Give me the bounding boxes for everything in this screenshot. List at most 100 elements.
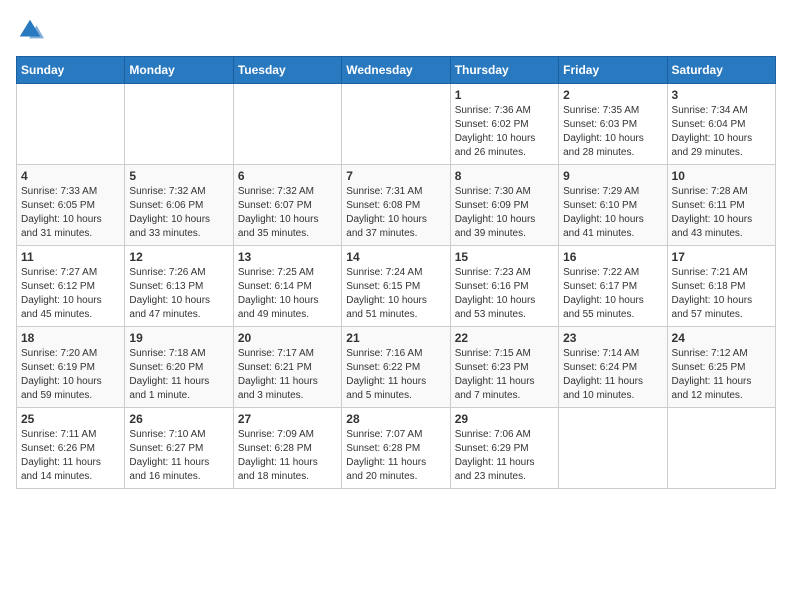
header-cell-wednesday: Wednesday	[342, 57, 450, 84]
day-number: 5	[129, 169, 228, 183]
day-info: Sunrise: 7:07 AM Sunset: 6:28 PM Dayligh…	[346, 428, 445, 484]
calendar-cell: 15 Sunrise: 7:23 AM Sunset: 6:16 PM Dayli…	[450, 246, 558, 327]
logo	[16, 16, 48, 44]
calendar-cell	[233, 84, 341, 165]
calendar-cell: 18 Sunrise: 7:20 AM Sunset: 6:19 PM Dayli…	[17, 327, 125, 408]
calendar-cell: 13 Sunrise: 7:25 AM Sunset: 6:14 PM Dayli…	[233, 246, 341, 327]
day-number: 10	[672, 169, 771, 183]
day-number: 22	[455, 331, 554, 345]
day-info: Sunrise: 7:18 AM Sunset: 6:20 PM Dayligh…	[129, 347, 228, 403]
calendar-cell: 3 Sunrise: 7:34 AM Sunset: 6:04 PM Daylig…	[667, 84, 775, 165]
calendar-week-1: 1 Sunrise: 7:36 AM Sunset: 6:02 PM Daylig…	[17, 84, 776, 165]
calendar-table: SundayMondayTuesdayWednesdayThursdayFrid…	[16, 56, 776, 489]
calendar-cell: 27Sunrise: 7:09 AM Sunset: 6:28 PM Dayli…	[233, 408, 341, 489]
day-number: 16	[563, 250, 662, 264]
calendar-cell: 17Sunrise: 7:21 AM Sunset: 6:18 PM Dayli…	[667, 246, 775, 327]
calendar-week-2: 4 Sunrise: 7:33 AM Sunset: 6:05 PM Daylig…	[17, 165, 776, 246]
day-number: 15	[455, 250, 554, 264]
day-number: 4	[21, 169, 120, 183]
day-info: Sunrise: 7:27 AM Sunset: 6:12 PM Dayligh…	[21, 266, 120, 322]
day-info: Sunrise: 7:12 AM Sunset: 6:25 PM Dayligh…	[672, 347, 771, 403]
calendar-cell: 6 Sunrise: 7:32 AM Sunset: 6:07 PM Daylig…	[233, 165, 341, 246]
day-number: 20	[238, 331, 337, 345]
day-info: Sunrise: 7:11 AM Sunset: 6:26 PM Dayligh…	[21, 428, 120, 484]
day-number: 23	[563, 331, 662, 345]
header-cell-monday: Monday	[125, 57, 233, 84]
day-info: Sunrise: 7:22 AM Sunset: 6:17 PM Dayligh…	[563, 266, 662, 322]
calendar-cell	[125, 84, 233, 165]
day-number: 26	[129, 412, 228, 426]
day-info: Sunrise: 7:15 AM Sunset: 6:23 PM Dayligh…	[455, 347, 554, 403]
day-number: 24	[672, 331, 771, 345]
day-info: Sunrise: 7:34 AM Sunset: 6:04 PM Dayligh…	[672, 104, 771, 160]
day-number: 18	[21, 331, 120, 345]
calendar-cell: 14 Sunrise: 7:24 AM Sunset: 6:15 PM Dayli…	[342, 246, 450, 327]
calendar-cell: 21 Sunrise: 7:16 AM Sunset: 6:22 PM Dayli…	[342, 327, 450, 408]
day-number: 9	[563, 169, 662, 183]
day-number: 6	[238, 169, 337, 183]
header-cell-sunday: Sunday	[17, 57, 125, 84]
day-number: 1	[455, 88, 554, 102]
day-info: Sunrise: 7:24 AM Sunset: 6:15 PM Dayligh…	[346, 266, 445, 322]
header-cell-tuesday: Tuesday	[233, 57, 341, 84]
day-info: Sunrise: 7:17 AM Sunset: 6:21 PM Dayligh…	[238, 347, 337, 403]
calendar-cell: 24 Sunrise: 7:12 AM Sunset: 6:25 PM Dayli…	[667, 327, 775, 408]
calendar-cell: 20 Sunrise: 7:17 AM Sunset: 6:21 PM Dayli…	[233, 327, 341, 408]
day-number: 29	[455, 412, 554, 426]
calendar-cell: 26 Sunrise: 7:10 AM Sunset: 6:27 PM Dayli…	[125, 408, 233, 489]
day-info: Sunrise: 7:09 AM Sunset: 6:28 PM Dayligh…	[238, 428, 337, 484]
day-number: 11	[21, 250, 120, 264]
calendar-cell: 5Sunrise: 7:32 AM Sunset: 6:06 PM Daylig…	[125, 165, 233, 246]
calendar-cell: 12 Sunrise: 7:26 AM Sunset: 6:13 PM Dayli…	[125, 246, 233, 327]
day-info: Sunrise: 7:26 AM Sunset: 6:13 PM Dayligh…	[129, 266, 228, 322]
calendar-cell: 23 Sunrise: 7:14 AM Sunset: 6:24 PM Dayli…	[559, 327, 667, 408]
day-info: Sunrise: 7:30 AM Sunset: 6:09 PM Dayligh…	[455, 185, 554, 241]
day-number: 7	[346, 169, 445, 183]
calendar-cell: 16 Sunrise: 7:22 AM Sunset: 6:17 PM Dayli…	[559, 246, 667, 327]
calendar-cell: 28 Sunrise: 7:07 AM Sunset: 6:28 PM Dayli…	[342, 408, 450, 489]
calendar-cell: 19Sunrise: 7:18 AM Sunset: 6:20 PM Dayli…	[125, 327, 233, 408]
day-number: 8	[455, 169, 554, 183]
day-info: Sunrise: 7:25 AM Sunset: 6:14 PM Dayligh…	[238, 266, 337, 322]
day-number: 3	[672, 88, 771, 102]
calendar-header: SundayMondayTuesdayWednesdayThursdayFrid…	[17, 57, 776, 84]
day-number: 14	[346, 250, 445, 264]
calendar-cell: 4 Sunrise: 7:33 AM Sunset: 6:05 PM Daylig…	[17, 165, 125, 246]
day-info: Sunrise: 7:23 AM Sunset: 6:16 PM Dayligh…	[455, 266, 554, 322]
calendar-cell	[342, 84, 450, 165]
header-cell-friday: Friday	[559, 57, 667, 84]
day-info: Sunrise: 7:16 AM Sunset: 6:22 PM Dayligh…	[346, 347, 445, 403]
calendar-cell: 10 Sunrise: 7:28 AM Sunset: 6:11 PM Dayli…	[667, 165, 775, 246]
day-info: Sunrise: 7:10 AM Sunset: 6:27 PM Dayligh…	[129, 428, 228, 484]
calendar-cell	[559, 408, 667, 489]
day-number: 13	[238, 250, 337, 264]
day-info: Sunrise: 7:06 AM Sunset: 6:29 PM Dayligh…	[455, 428, 554, 484]
calendar-cell: 11 Sunrise: 7:27 AM Sunset: 6:12 PM Dayli…	[17, 246, 125, 327]
day-info: Sunrise: 7:33 AM Sunset: 6:05 PM Dayligh…	[21, 185, 120, 241]
day-number: 21	[346, 331, 445, 345]
calendar-cell: 25 Sunrise: 7:11 AM Sunset: 6:26 PM Dayli…	[17, 408, 125, 489]
day-info: Sunrise: 7:31 AM Sunset: 6:08 PM Dayligh…	[346, 185, 445, 241]
day-number: 28	[346, 412, 445, 426]
calendar-cell: 7 Sunrise: 7:31 AM Sunset: 6:08 PM Daylig…	[342, 165, 450, 246]
day-number: 25	[21, 412, 120, 426]
day-info: Sunrise: 7:20 AM Sunset: 6:19 PM Dayligh…	[21, 347, 120, 403]
page-header	[16, 16, 776, 44]
logo-icon	[16, 16, 44, 44]
day-number: 17	[672, 250, 771, 264]
day-info: Sunrise: 7:32 AM Sunset: 6:07 PM Dayligh…	[238, 185, 337, 241]
calendar-body: 1 Sunrise: 7:36 AM Sunset: 6:02 PM Daylig…	[17, 84, 776, 489]
day-info: Sunrise: 7:28 AM Sunset: 6:11 PM Dayligh…	[672, 185, 771, 241]
calendar-cell	[17, 84, 125, 165]
day-info: Sunrise: 7:36 AM Sunset: 6:02 PM Dayligh…	[455, 104, 554, 160]
day-number: 12	[129, 250, 228, 264]
day-info: Sunrise: 7:29 AM Sunset: 6:10 PM Dayligh…	[563, 185, 662, 241]
calendar-cell: 1 Sunrise: 7:36 AM Sunset: 6:02 PM Daylig…	[450, 84, 558, 165]
calendar-cell: 29 Sunrise: 7:06 AM Sunset: 6:29 PM Dayli…	[450, 408, 558, 489]
day-info: Sunrise: 7:14 AM Sunset: 6:24 PM Dayligh…	[563, 347, 662, 403]
calendar-week-5: 25 Sunrise: 7:11 AM Sunset: 6:26 PM Dayli…	[17, 408, 776, 489]
calendar-cell: 22 Sunrise: 7:15 AM Sunset: 6:23 PM Dayli…	[450, 327, 558, 408]
calendar-cell: 9 Sunrise: 7:29 AM Sunset: 6:10 PM Daylig…	[559, 165, 667, 246]
day-number: 2	[563, 88, 662, 102]
calendar-week-4: 18 Sunrise: 7:20 AM Sunset: 6:19 PM Dayli…	[17, 327, 776, 408]
